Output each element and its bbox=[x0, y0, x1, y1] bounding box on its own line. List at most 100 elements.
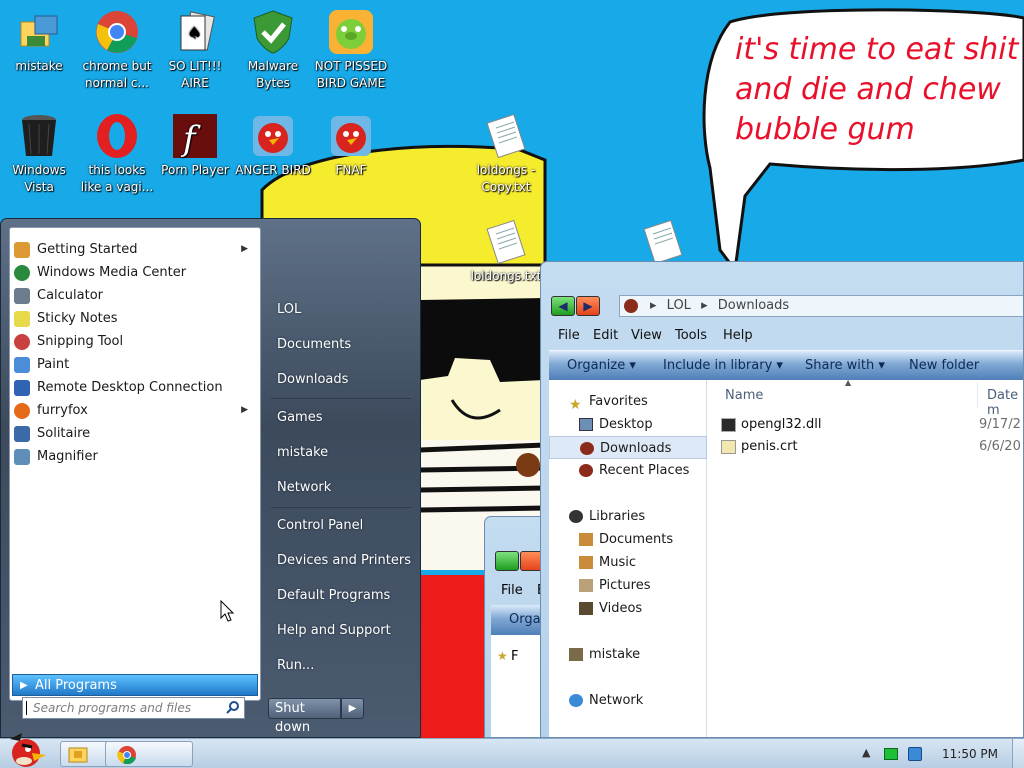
menu-bar: File Edit View Tools Help bbox=[549, 325, 1023, 347]
breadcrumb-lol[interactable]: LOL bbox=[667, 298, 691, 313]
submenu-arrow-icon: ▶ bbox=[241, 244, 248, 254]
desktop-icon-chrome[interactable]: chrome but normal c... bbox=[78, 8, 156, 92]
start-item-devices-printers[interactable]: Devices and Printers bbox=[277, 553, 411, 568]
start-search-input[interactable]: Search programs and files bbox=[22, 697, 245, 719]
taskbar: ▲ 11:50 PM bbox=[0, 733, 1024, 768]
menu-file[interactable]: File bbox=[501, 583, 523, 598]
start-item-control-panel[interactable]: Control Panel bbox=[277, 518, 363, 533]
show-hidden-icons-button[interactable]: ▲ bbox=[862, 746, 870, 759]
program-calculator[interactable]: Calculator bbox=[10, 284, 260, 307]
start-item-network[interactable]: Network bbox=[277, 480, 331, 495]
desktop-icon-fnaf[interactable]: FNAF bbox=[312, 112, 390, 179]
chevron-down-icon: ▾ bbox=[629, 358, 636, 373]
nav-recent-places[interactable]: Recent Places bbox=[549, 459, 707, 482]
start-button[interactable] bbox=[2, 731, 52, 768]
back-button[interactable] bbox=[495, 551, 519, 571]
desktop-icon-angry-bird[interactable]: ANGER BIRD bbox=[234, 112, 312, 179]
nav-music[interactable]: Music bbox=[549, 551, 707, 574]
file-row[interactable]: penis.crt 6/6/20 bbox=[721, 437, 1021, 457]
start-item-run[interactable]: Run... bbox=[277, 658, 314, 673]
start-item-downloads[interactable]: Downloads bbox=[277, 372, 348, 387]
column-header-date[interactable]: Date m bbox=[987, 388, 1023, 418]
wallpaper-speech-text: it's time to eat shit and die and chew b… bbox=[735, 30, 1024, 150]
nav-documents[interactable]: Documents bbox=[549, 528, 707, 551]
nav-videos[interactable]: Videos bbox=[549, 597, 707, 620]
program-furryfox[interactable]: furryfox ▶ bbox=[10, 399, 260, 422]
explorer-window[interactable]: ◀ ▶ ▸ LOL ▸ Downloads File Edit View Too… bbox=[540, 261, 1024, 738]
folder-bug-icon bbox=[624, 299, 638, 313]
back-button[interactable]: ◀ bbox=[551, 296, 575, 316]
start-menu-programs-pane: Getting Started ▶ Windows Media Center Ca… bbox=[9, 227, 261, 701]
start-item-default-programs[interactable]: Default Programs bbox=[277, 588, 390, 603]
program-magnifier[interactable]: Magnifier bbox=[10, 445, 260, 468]
desktop-icon-malwarebytes[interactable]: Malware Bytes bbox=[234, 8, 312, 92]
solitaire-icon bbox=[14, 426, 30, 442]
desktop-icon-solitaire[interactable]: ♠ SO LIT!!! AIRE bbox=[156, 8, 234, 92]
shutdown-options-button[interactable]: ▶ bbox=[341, 698, 364, 719]
show-desktop-button[interactable] bbox=[1012, 739, 1024, 768]
program-windows-media-center[interactable]: Windows Media Center bbox=[10, 261, 260, 284]
start-item-games[interactable]: Games bbox=[277, 410, 322, 425]
program-solitaire[interactable]: Solitaire bbox=[10, 422, 260, 445]
desktop-icon-mistake[interactable]: mistake bbox=[0, 8, 78, 75]
nav-pictures[interactable]: Pictures bbox=[549, 574, 707, 597]
explorer-window-background[interactable]: File E Orga F ★ bbox=[484, 516, 544, 738]
desktop-icon-loldongs[interactable]: loldongs.txt bbox=[467, 218, 545, 285]
all-programs-button[interactable]: ▶ All Programs bbox=[12, 674, 258, 696]
shutdown-button[interactable]: Shut down bbox=[268, 698, 341, 735]
nav-favorites[interactable]: ★ Favorites bbox=[549, 390, 707, 413]
opera-icon bbox=[93, 112, 141, 160]
taskbar-clock[interactable]: 11:50 PM bbox=[942, 747, 998, 761]
sort-arrow-icon: ▲ bbox=[845, 378, 852, 387]
downloads-icon bbox=[580, 442, 594, 455]
menu-view[interactable]: View bbox=[631, 328, 662, 343]
start-item-mistake[interactable]: mistake bbox=[277, 445, 328, 460]
desktop-icon-flash-player[interactable]: f Porn Player bbox=[156, 112, 234, 179]
network-status-icon[interactable] bbox=[884, 748, 898, 760]
nav-favorites[interactable]: F bbox=[511, 649, 518, 664]
program-snipping-tool[interactable]: Snipping Tool bbox=[10, 330, 260, 353]
menu-tools[interactable]: Tools bbox=[675, 328, 707, 343]
file-list: Name Date m ▲ opengl32.dll 9/17/2 penis.… bbox=[707, 378, 1023, 737]
pinned-programs-list: Getting Started ▶ Windows Media Center Ca… bbox=[10, 238, 260, 468]
nav-desktop[interactable]: Desktop bbox=[549, 413, 707, 436]
star-icon: ★ bbox=[497, 649, 508, 663]
organize-button[interactable]: Orga bbox=[509, 612, 541, 627]
nav-network[interactable]: Network bbox=[549, 689, 707, 712]
share-with-button[interactable]: Share with ▾ bbox=[805, 358, 885, 373]
program-getting-started[interactable]: Getting Started ▶ bbox=[10, 238, 260, 261]
program-remote-desktop[interactable]: Remote Desktop Connection bbox=[10, 376, 260, 399]
desktop-icon-loldongs-copy[interactable]: loldongs - Copy.txt bbox=[467, 112, 545, 196]
menu-help[interactable]: Help bbox=[723, 328, 753, 343]
menu-file[interactable]: File bbox=[558, 328, 580, 343]
nav-homegroup-mistake[interactable]: mistake bbox=[549, 643, 707, 666]
chevron-down-icon: ▾ bbox=[776, 358, 783, 373]
nav-libraries[interactable]: Libraries bbox=[549, 505, 707, 528]
desktop-icon-bad-piggies[interactable]: NOT PISSED BIRD GAME bbox=[312, 8, 390, 92]
breadcrumb-downloads[interactable]: Downloads bbox=[718, 298, 789, 313]
start-item-help-support[interactable]: Help and Support bbox=[277, 623, 391, 638]
action-center-icon[interactable] bbox=[908, 747, 922, 761]
start-item-documents[interactable]: Documents bbox=[277, 337, 351, 352]
column-divider[interactable] bbox=[977, 382, 978, 408]
menu-edit[interactable]: Edit bbox=[593, 328, 618, 343]
start-item-lol[interactable]: LOL bbox=[277, 302, 301, 317]
breadcrumb-separator: ▸ bbox=[650, 298, 657, 313]
chrome-taskbar-button[interactable] bbox=[105, 741, 193, 767]
magnifier-icon bbox=[14, 449, 30, 465]
nav-downloads[interactable]: Downloads bbox=[549, 436, 707, 459]
new-folder-button[interactable]: New folder bbox=[909, 358, 979, 373]
program-paint[interactable]: Paint bbox=[10, 353, 260, 376]
desktop-icon-opera[interactable]: this looks like a vagi... bbox=[78, 112, 156, 196]
snipping-tool-icon bbox=[14, 334, 30, 350]
desktop-icon-recycle-bin[interactable]: Windows Vista bbox=[0, 112, 78, 196]
include-in-library-button[interactable]: Include in library ▾ bbox=[663, 358, 783, 373]
forward-button[interactable]: ▶ bbox=[576, 296, 600, 316]
file-row[interactable]: opengl32.dll 9/17/2 bbox=[721, 415, 1021, 435]
recent-places-icon bbox=[579, 464, 593, 477]
organize-button[interactable]: Organize ▾ bbox=[567, 358, 636, 373]
search-icon[interactable] bbox=[226, 700, 240, 720]
program-sticky-notes[interactable]: Sticky Notes bbox=[10, 307, 260, 330]
column-header-name[interactable]: Name bbox=[725, 388, 763, 403]
address-bar[interactable]: ▸ LOL ▸ Downloads bbox=[619, 295, 1023, 317]
